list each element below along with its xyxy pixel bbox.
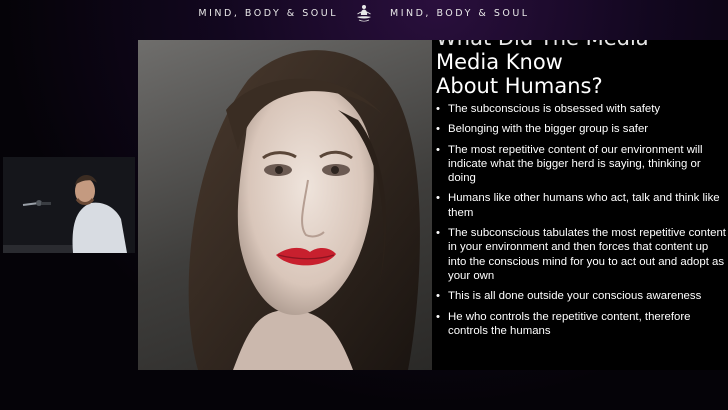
speaker-video-feed — [3, 157, 135, 253]
bullet-item: Humans like other humans who act, talk a… — [436, 191, 726, 220]
slide-title-line-2: Media Know — [436, 50, 563, 74]
bullet-item: Belonging with the bigger group is safer — [436, 122, 726, 137]
slide-bullet-list: The subconscious is obsessed with safety… — [436, 102, 726, 344]
header-left-text: MIND, BODY & SOUL — [198, 7, 338, 19]
header-bar: MIND, BODY & SOUL MIND, BODY & SOUL — [0, 0, 728, 26]
bullet-item: The most repetitive content of our envir… — [436, 143, 726, 186]
slide-title-partial-line: What Did The Media — [436, 40, 726, 50]
presentation-slide: What Did The Media Media Know About Huma… — [138, 40, 728, 370]
bullet-item: This is all done outside your conscious … — [436, 289, 726, 304]
slide-title-line-3: About Humans? — [436, 74, 603, 98]
woman-portrait-image — [138, 40, 432, 370]
bullet-item: The subconscious tabulates the most repe… — [436, 226, 726, 283]
bullet-item: He who controls the repetitive content, … — [436, 310, 726, 339]
lotus-meditation-icon — [357, 5, 371, 22]
slide-title: What Did The Media Media Know About Huma… — [436, 40, 726, 98]
bullet-item: The subconscious is obsessed with safety — [436, 102, 726, 117]
header-right-text: MIND, BODY & SOUL — [390, 7, 530, 19]
